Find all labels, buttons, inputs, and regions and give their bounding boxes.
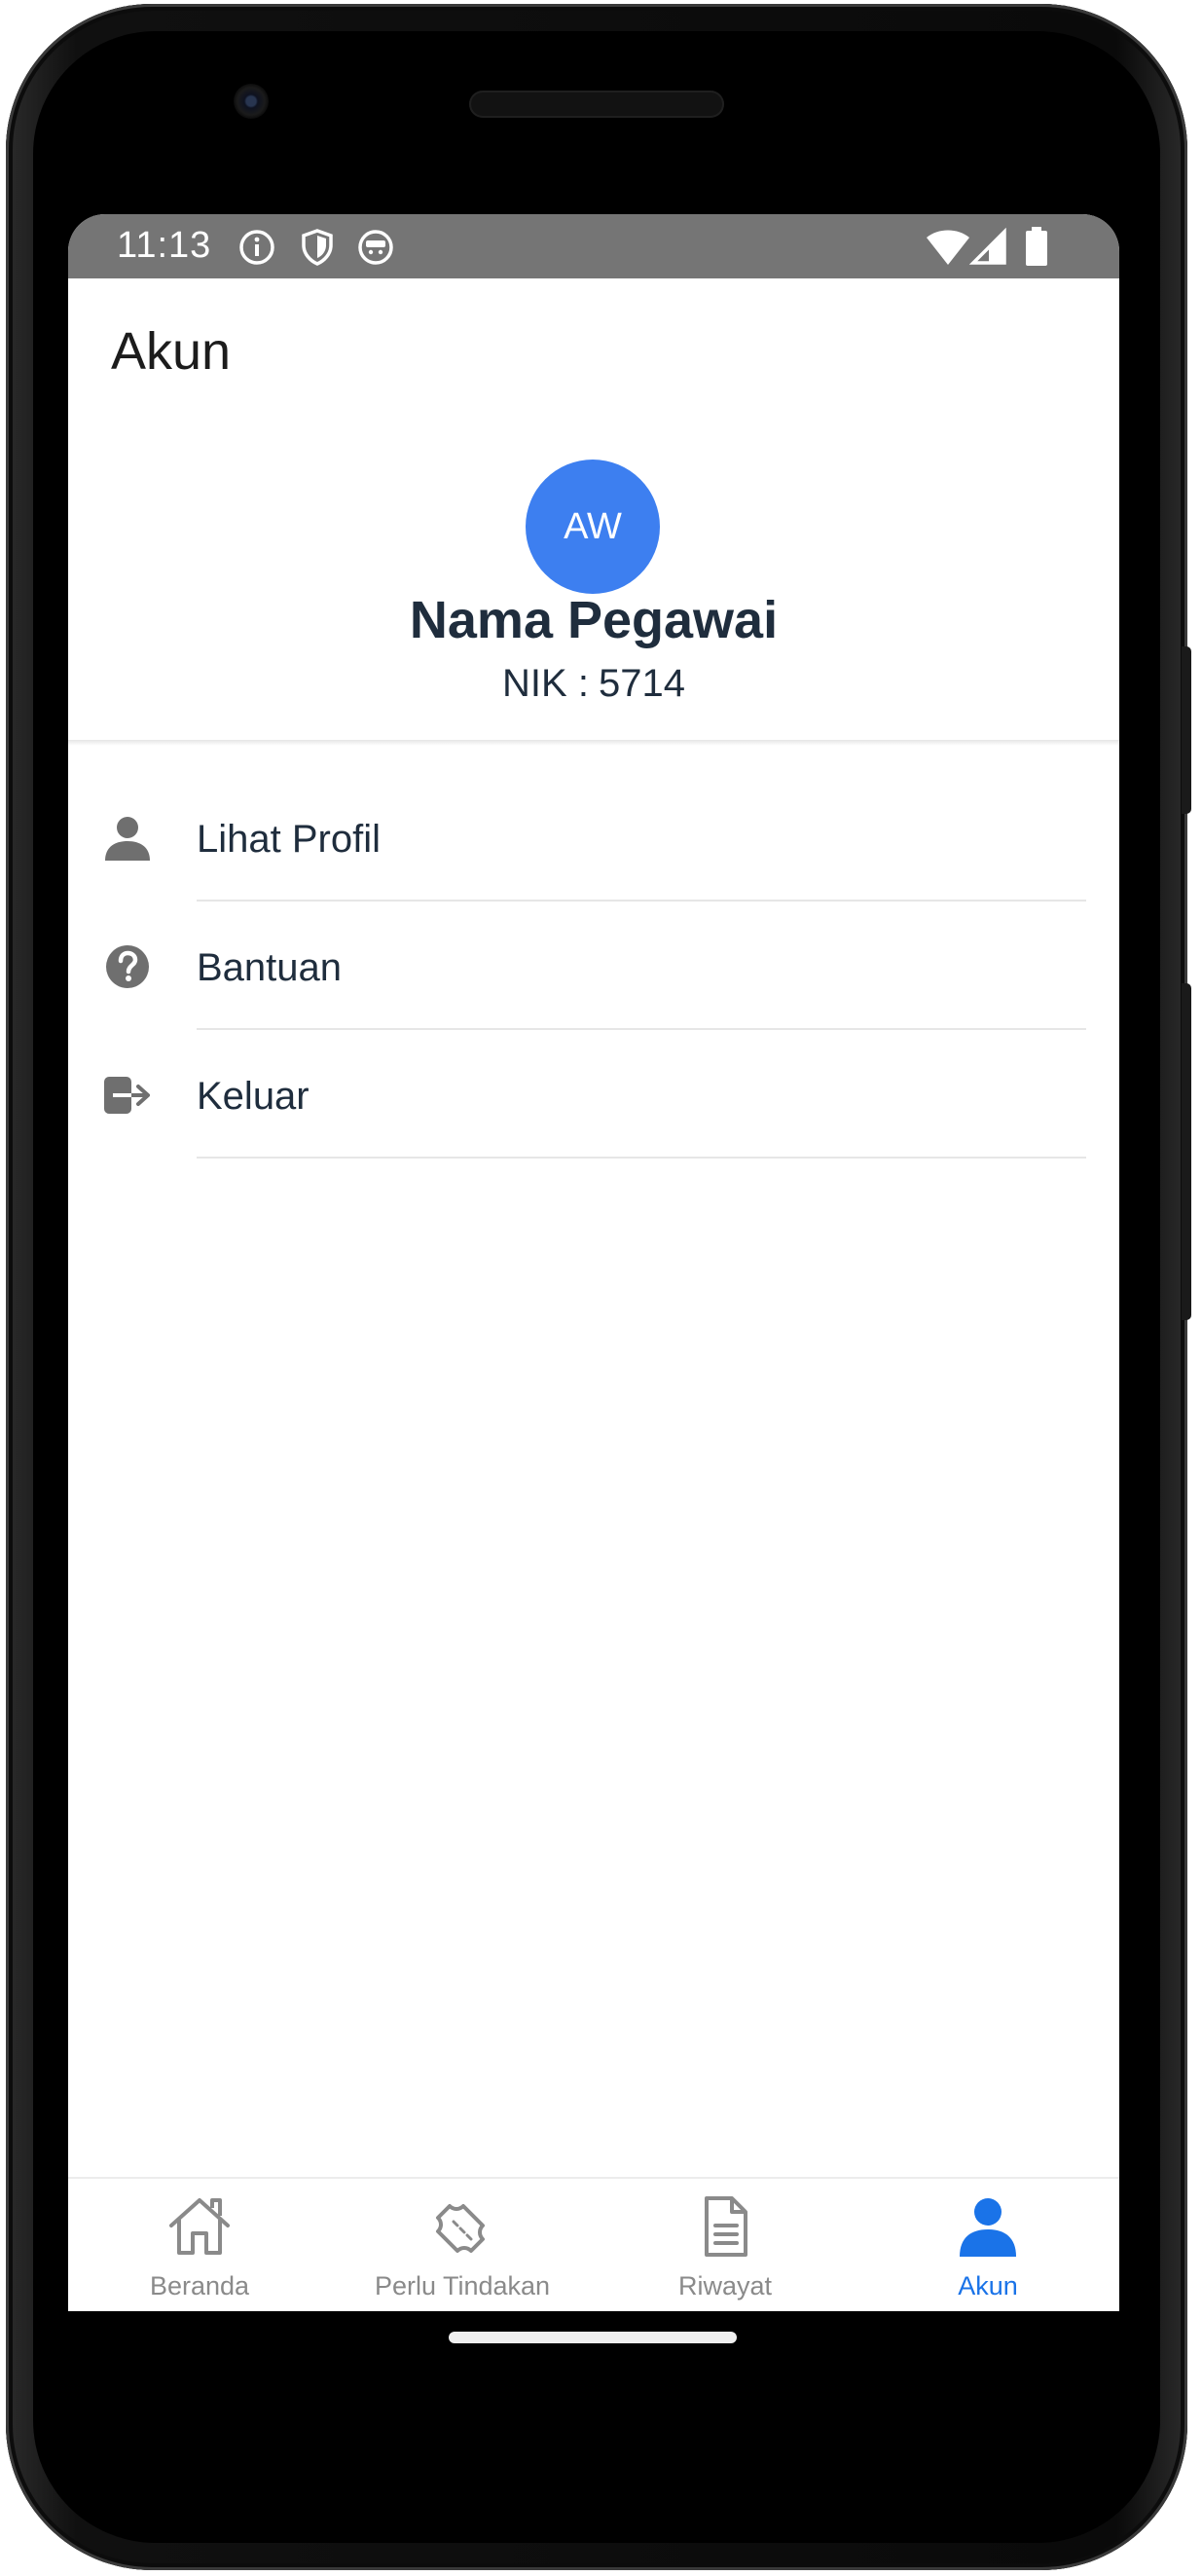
document-icon (705, 2196, 747, 2257)
menu-divider (197, 1157, 1086, 1159)
bottom-navigation: Beranda Perlu Tindakan Riwayat Akun (68, 2177, 1119, 2311)
nav-label: Akun (958, 2271, 1018, 2300)
menu-item-label: Keluar (197, 1075, 310, 1118)
status-time: 11:13 (117, 225, 212, 266)
ticket-icon (436, 2204, 485, 2253)
nav-label: Perlu Tindakan (374, 2271, 551, 2300)
nav-label: Beranda (149, 2271, 250, 2300)
header-divider (68, 740, 1119, 746)
nav-riwayat[interactable]: Riwayat (594, 2179, 856, 2311)
power-button (1182, 646, 1191, 814)
page-title: Akun (111, 322, 232, 381)
nav-label: Riwayat (677, 2271, 773, 2300)
app-face-icon (358, 230, 393, 265)
signal-icon (969, 227, 1006, 265)
volume-button (1182, 983, 1191, 1320)
shield-icon (302, 229, 333, 266)
logout-icon (104, 1077, 150, 1114)
home-indicator[interactable] (449, 2332, 737, 2343)
nik-value: 5714 (598, 662, 685, 705)
person-icon (960, 2198, 1016, 2257)
status-bar: 11:13 (68, 214, 1119, 278)
menu-item-bantuan[interactable]: Bantuan (68, 903, 1119, 1032)
menu-divider (197, 900, 1086, 902)
nav-akun[interactable]: Akun (856, 2179, 1119, 2311)
avatar: AW (526, 460, 660, 594)
menu-item-label: Lihat Profil (197, 818, 381, 861)
info-icon (239, 230, 274, 265)
home-icon (169, 2198, 230, 2255)
employee-nik: NIK :5714 (68, 662, 1119, 706)
menu-item-lihat-profil[interactable]: Lihat Profil (68, 775, 1119, 903)
app-screen: 11:13 Akun AW Nama Pegawai NIK: 5714 Li… (68, 214, 1119, 2311)
employee-name: Nama Pegawai (409, 591, 779, 649)
nav-perlu-tindakan[interactable]: Perlu Tindakan (331, 2179, 594, 2311)
help-icon (106, 945, 149, 988)
menu-divider (197, 1028, 1086, 1030)
front-camera (234, 84, 269, 119)
avatar-initials: AW (564, 505, 622, 547)
menu-item-keluar[interactable]: Keluar (68, 1032, 1119, 1160)
earpiece-speaker (469, 91, 724, 118)
person-icon (105, 817, 150, 861)
menu-item-label: Bantuan (197, 946, 343, 989)
nav-beranda[interactable]: Beranda (68, 2179, 331, 2311)
wifi-icon (927, 230, 969, 265)
nik-label: NIK : (502, 662, 589, 705)
battery-icon (1026, 227, 1047, 266)
